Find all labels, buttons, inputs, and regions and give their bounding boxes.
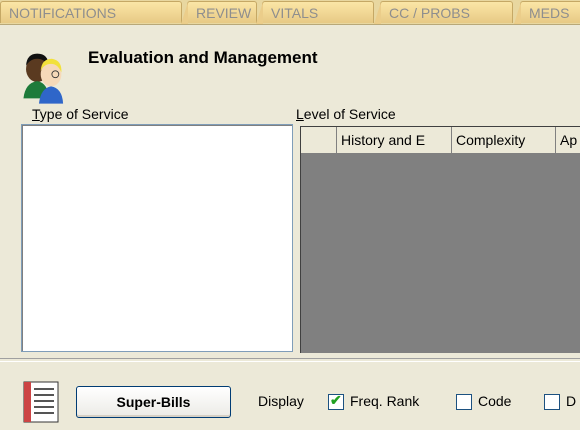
people-icon [23,53,64,104]
freq-rank-checkbox[interactable]: ✔ [328,392,344,410]
display-label: Display [258,393,304,409]
super-bills-button[interactable]: Super-Bills [76,386,231,418]
column-complexity[interactable]: Complexity [452,127,556,153]
code-checkbox[interactable] [456,394,472,410]
tab-cc-probs[interactable]: CC / PROBS [374,1,513,24]
footer-divider [0,358,580,362]
tab-label: NOTIFICATIONS [9,5,117,21]
column-history[interactable]: History and E [337,127,452,153]
tab-label: VITALS [271,5,319,21]
grid-corner-cell [301,127,337,153]
type-of-service-list[interactable] [21,124,293,352]
superbill-document-icon [23,381,59,423]
page-title: Evaluation and Management [88,48,318,67]
tab-vitals[interactable]: VITALS [256,1,374,24]
tab-label: REVIEW [196,5,252,21]
tab-notifications[interactable]: NOTIFICATIONS [0,1,182,23]
tab-label: CC / PROBS [389,5,470,21]
tab-strip: NOTIFICATIONS REVIEW VITALS CC / PROBS M… [0,0,580,25]
checkmark-icon: ✔ [330,392,342,408]
d-label: D [566,393,577,409]
freq-rank-label: Freq. Rank [350,393,420,409]
level-of-service-label: Level of Service [296,106,396,122]
tab-review[interactable]: REVIEW [181,1,257,24]
code-label: Code [478,393,512,409]
tab-label: MEDS [529,5,570,21]
level-of-service-grid[interactable]: History and E Complexity Ap [300,126,580,353]
type-of-service-label: Type of Service [32,106,129,122]
tab-meds[interactable]: MEDS [514,1,580,24]
d-checkbox[interactable] [544,394,560,410]
column-ap[interactable]: Ap [556,127,580,153]
grid-header: History and E Complexity Ap [301,127,580,154]
